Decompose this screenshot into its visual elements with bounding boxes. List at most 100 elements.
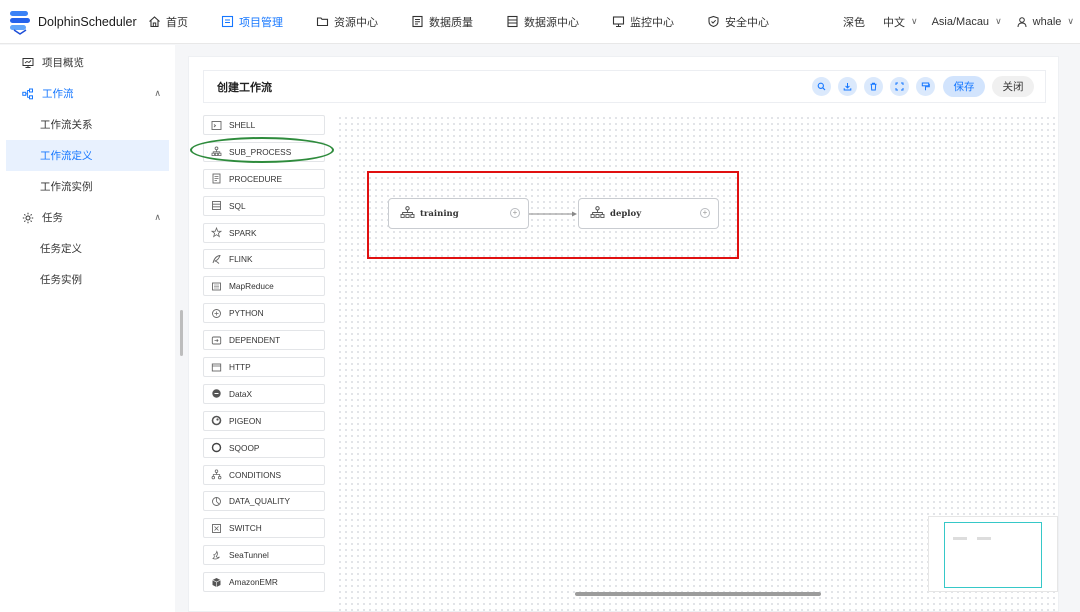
task-item-mapreduce[interactable]: MapReduce <box>203 276 325 297</box>
sidebar-item-workflow[interactable]: 工作流 ∧ <box>0 78 175 109</box>
nav-datasource-label: 数据源中心 <box>524 16 579 29</box>
sidebar-item-label: 项目概览 <box>42 57 84 69</box>
chevron-up-icon: ∧ <box>154 88 161 98</box>
task-item-sql[interactable]: SQL <box>203 195 325 216</box>
task-item-data-quality[interactable]: DATA_QUALITY <box>203 491 325 512</box>
task-item-procedure[interactable]: PROCEDURE <box>203 168 325 189</box>
conditions-icon <box>211 469 222 480</box>
sidebar-item-task-instance[interactable]: 任务实例 <box>0 264 175 295</box>
task-label: PYTHON <box>229 308 264 319</box>
close-button[interactable]: 关闭 <box>992 76 1034 97</box>
sidebar-item-workflow-instance[interactable]: 工作流实例 <box>0 171 175 202</box>
task-item-shell[interactable]: SHELL <box>203 115 325 135</box>
task-item-spark[interactable]: SPARK <box>203 222 325 243</box>
format-brush-icon <box>921 82 930 91</box>
task-item-dependent[interactable]: DEPENDENT <box>203 330 325 351</box>
sidebar: 项目概览 工作流 ∧ 工作流关系 工作流定义 工作流实例 任务 ∧ 任务定义 任… <box>0 45 175 612</box>
download-icon <box>843 83 852 91</box>
canvas-horizontal-scrollbar[interactable] <box>575 592 821 596</box>
nav-security-center[interactable]: 安全中心 <box>707 14 769 30</box>
workflow-edge[interactable] <box>528 208 580 220</box>
workflow-node-deploy[interactable]: deploy + <box>578 198 719 229</box>
datasource-icon <box>507 15 518 28</box>
download-button[interactable] <box>838 77 857 96</box>
task-item-python[interactable]: PYTHON <box>203 303 325 324</box>
minimap-node <box>953 537 967 540</box>
canvas-minimap[interactable] <box>928 516 1058 592</box>
sidebar-item-workflow-relation[interactable]: 工作流关系 <box>0 109 175 140</box>
sidebar-item-project-overview[interactable]: 项目概览 <box>0 47 175 78</box>
switch-icon <box>211 523 222 534</box>
timezone-label: Asia/Macau <box>931 15 990 28</box>
search-button[interactable] <box>812 77 831 96</box>
sidebar-item-workflow-definition[interactable]: 工作流定义 <box>6 140 169 171</box>
task-label: DataX <box>229 388 253 399</box>
sidebar-item-label: 任务定义 <box>40 243 82 255</box>
add-node-icon[interactable]: + <box>510 208 520 218</box>
pigeon-icon <box>211 415 222 426</box>
nav-home[interactable]: 首页 <box>148 14 188 30</box>
task-label: PROCEDURE <box>229 173 283 184</box>
overview-icon <box>22 57 34 68</box>
datax-icon <box>211 388 222 399</box>
workflow-icon <box>22 88 33 99</box>
nav-data-quality[interactable]: 数据质量 <box>411 14 473 30</box>
task-item-datax[interactable]: DataX <box>203 383 325 404</box>
delete-button[interactable] <box>864 77 883 96</box>
monitor-icon <box>612 16 625 27</box>
project-icon <box>221 15 234 28</box>
python-icon <box>211 308 222 319</box>
task-label: MapReduce <box>229 281 274 292</box>
task-item-pigeon[interactable]: PIGEON <box>203 410 325 431</box>
sidebar-item-task-definition[interactable]: 任务定义 <box>0 233 175 264</box>
task-item-sub-process[interactable]: SUB_PROCESS <box>203 141 325 162</box>
user-name: whale <box>1032 15 1062 28</box>
add-node-icon[interactable]: + <box>700 208 710 218</box>
data-quality-icon <box>412 15 423 28</box>
shield-icon <box>708 15 719 28</box>
chevron-down-icon: ∨ <box>910 16 918 26</box>
fullscreen-button[interactable] <box>890 77 909 96</box>
task-item-conditions[interactable]: CONDITIONS <box>203 464 325 485</box>
nav-resource-center[interactable]: 资源中心 <box>316 14 378 30</box>
task-label: HTTP <box>229 362 251 373</box>
save-button[interactable]: 保存 <box>943 76 985 97</box>
nav-datasource-center[interactable]: 数据源中心 <box>506 14 579 30</box>
task-item-flink[interactable]: FLINK <box>203 249 325 270</box>
nav-resource-label: 资源中心 <box>334 16 378 29</box>
task-item-switch[interactable]: SWITCH <box>203 518 325 539</box>
task-label: SUB_PROCESS <box>229 146 292 157</box>
task-label: SPARK <box>229 227 257 238</box>
mapreduce-icon <box>211 281 222 292</box>
minimap-node <box>977 537 991 540</box>
task-item-amazonemr[interactable]: AmazonEMR <box>203 572 325 593</box>
task-label: CONDITIONS <box>229 469 282 480</box>
sidebar-item-label: 任务实例 <box>40 274 82 286</box>
timezone-select[interactable]: Asia/Macau ∨ <box>932 16 1002 28</box>
amazonemr-icon <box>211 577 222 588</box>
sidebar-scrollbar[interactable] <box>180 310 183 356</box>
data-quality-task-icon <box>211 496 222 507</box>
theme-toggle[interactable]: 深色 <box>843 14 865 30</box>
task-label: SWITCH <box>229 523 262 534</box>
format-button[interactable] <box>916 77 935 96</box>
sidebar-item-label: 工作流实例 <box>40 181 93 193</box>
procedure-icon <box>211 173 222 184</box>
task-label: SQL <box>229 200 246 211</box>
nav-project-management[interactable]: 项目管理 <box>221 14 283 30</box>
task-item-seatunnel[interactable]: SeaTunnel <box>203 545 325 566</box>
main-nav: 首页 项目管理 资源中心 数据质量 数据源中心 监控中心 安全中心 <box>148 14 802 30</box>
seatunnel-icon <box>211 550 222 561</box>
task-label: DATA_QUALITY <box>229 496 291 507</box>
app-logo[interactable]: DolphinScheduler <box>8 9 137 35</box>
workflow-node-training[interactable]: training + <box>388 198 529 229</box>
user-menu[interactable]: whale ∨ <box>1016 16 1074 28</box>
task-item-http[interactable]: HTTP <box>203 357 325 378</box>
sidebar-item-label: 工作流关系 <box>40 119 93 131</box>
sidebar-item-task[interactable]: 任务 ∧ <box>0 202 175 233</box>
nav-monitor-center[interactable]: 监控中心 <box>612 14 674 30</box>
minimap-viewport[interactable] <box>944 522 1042 588</box>
language-select[interactable]: 中文 ∨ <box>883 14 918 30</box>
task-item-sqoop[interactable]: SQOOP <box>203 437 325 458</box>
nav-monitor-label: 监控中心 <box>630 16 674 29</box>
